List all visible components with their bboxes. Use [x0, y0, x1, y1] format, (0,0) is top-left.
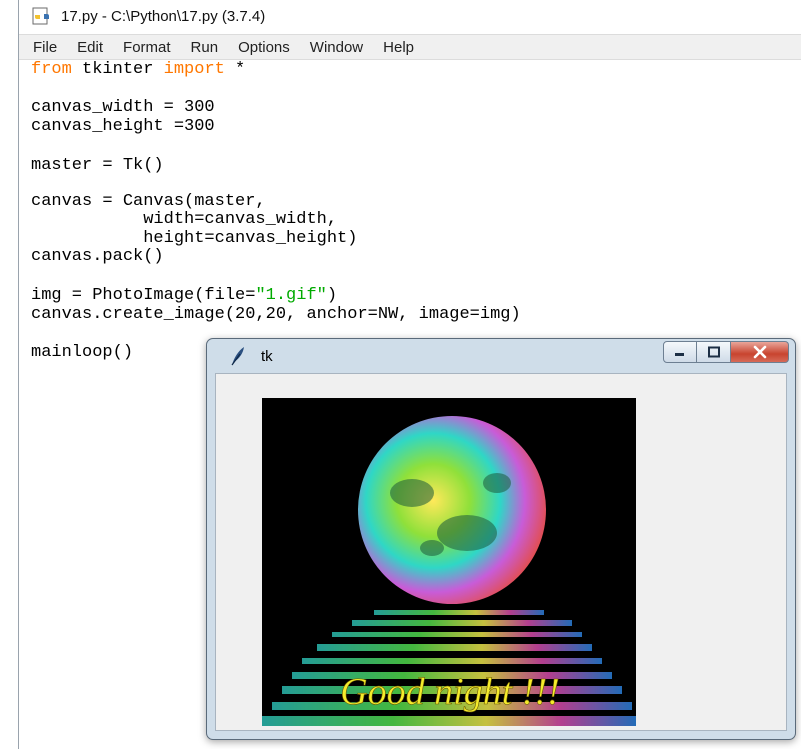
code-line: master = Tk() — [31, 156, 164, 175]
code-token: canvas_height =300 — [31, 117, 215, 136]
maximize-icon — [707, 346, 720, 358]
code-token: * — [224, 60, 246, 79]
good-night-image: Good night !!! — [262, 398, 636, 726]
idle-menubar: File Edit Format Run Options Window Help — [19, 34, 801, 60]
code-line: height=canvas_height) — [31, 229, 357, 248]
code-token: mainloop() — [31, 343, 134, 362]
code-token: height=canvas_height) — [31, 229, 358, 248]
code-token: canvas = Canvas(master, — [31, 192, 266, 211]
window-controls — [663, 341, 789, 363]
tk-window: tk Good night !!! — [206, 338, 796, 740]
close-button[interactable] — [731, 341, 789, 363]
code-token: canvas.create_image(20,20, anchor=NW, im… — [31, 305, 521, 324]
menu-help[interactable]: Help — [383, 39, 414, 56]
menu-options[interactable]: Options — [238, 39, 290, 56]
minimize-button[interactable] — [663, 341, 697, 363]
tk-canvas-area: Good night !!! — [215, 373, 787, 731]
menu-window[interactable]: Window — [310, 39, 363, 56]
idle-titlebar[interactable]: 17.py - C:\Python\17.py (3.7.4) — [19, 0, 801, 32]
keyword-token: import — [163, 60, 225, 79]
code-line: width=canvas_width, — [31, 210, 337, 229]
code-token: master = Tk() — [31, 156, 164, 175]
minimize-icon — [675, 353, 684, 356]
keyword-token: from — [31, 60, 72, 79]
moon-reflection-picture: Good night !!! — [262, 398, 636, 726]
menu-file[interactable]: File — [33, 39, 57, 56]
code-line: canvas = Canvas(master, — [31, 192, 266, 211]
python-file-icon — [32, 7, 49, 25]
maximize-button[interactable] — [697, 341, 731, 363]
menu-format[interactable]: Format — [123, 39, 171, 56]
menu-edit[interactable]: Edit — [77, 39, 103, 56]
code-line: canvas.pack() — [31, 247, 164, 266]
code-line: canvas_height =300 — [31, 117, 215, 136]
code-line: canvas_width = 300 — [31, 98, 215, 117]
code-token: width=canvas_width, — [31, 210, 338, 229]
code-line: from tkinter import * — [31, 60, 245, 79]
image-caption: Good night !!! — [340, 671, 560, 713]
code-token: canvas.pack() — [31, 247, 164, 266]
code-line: mainloop() — [31, 343, 133, 362]
code-token: canvas_width = 300 — [31, 98, 215, 117]
code-token: img = PhotoImage(file= — [31, 286, 256, 305]
string-token: "1.gif" — [255, 286, 327, 305]
close-icon — [753, 345, 766, 359]
code-token: ) — [326, 286, 338, 305]
code-token: tkinter — [71, 60, 164, 79]
tk-window-title: tk — [261, 347, 273, 365]
tk-feather-icon — [231, 347, 244, 366]
code-line: canvas.create_image(20,20, anchor=NW, im… — [31, 305, 521, 324]
menu-run[interactable]: Run — [191, 39, 219, 56]
idle-window-title: 17.py - C:\Python\17.py (3.7.4) — [61, 7, 266, 25]
code-line: img = PhotoImage(file="1.gif") — [31, 286, 337, 305]
